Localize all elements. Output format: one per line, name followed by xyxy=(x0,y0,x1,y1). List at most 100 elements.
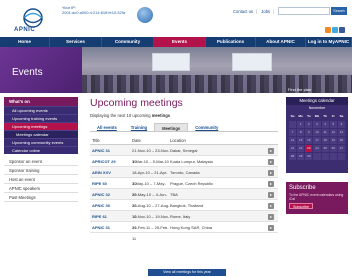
table-row[interactable]: RIPE 60 3-May-10 – 7-May-10 Prague, Czech … xyxy=(90,178,278,197)
calendar-day[interactable]: 20 xyxy=(337,137,345,144)
meeting-title[interactable]: APNIC 32 xyxy=(90,189,132,199)
sidebar-item-all-upcoming[interactable]: All upcoming events xyxy=(4,106,78,114)
calendar-day[interactable]: 12 xyxy=(329,129,337,136)
calendar-day[interactable]: 3 xyxy=(313,121,321,128)
calendar-day[interactable]: 23 xyxy=(305,145,313,152)
table-header: Title Date Location xyxy=(90,137,278,145)
meeting-title[interactable]: APNIC 31 xyxy=(90,145,132,155)
search-button[interactable]: Search xyxy=(331,7,347,15)
view-all-button[interactable]: View all meetings for this year xyxy=(148,269,226,276)
sidebar-item-meetings-calendar[interactable]: Meetings calendar xyxy=(4,130,78,138)
sidebar-item-calendar-online[interactable]: Calendar online xyxy=(4,146,78,154)
chevron-right-icon[interactable]: ▸ xyxy=(268,148,274,154)
chevron-right-icon[interactable]: ▸ xyxy=(268,170,274,176)
table-row[interactable]: APNIC 30 23-Aug-10 – 27-Aug-10 Bangkok, Th… xyxy=(90,200,278,219)
calendar-day[interactable]: 14 xyxy=(289,137,297,144)
meeting-title[interactable]: APNIC 31 xyxy=(90,222,132,232)
table-row[interactable]: APRICOT 29 3-Mar-10 – 5-Mar-10 Kuala Lumpu… xyxy=(90,156,278,167)
table-row[interactable]: APNIC 31 21-Feb-11 – 25-Feb-11 Hong Kong S… xyxy=(90,222,278,241)
calendar-day[interactable]: 21 xyxy=(289,145,297,152)
calendar-day[interactable]: 11 xyxy=(321,129,329,136)
meeting-title[interactable]: APNIC 30 xyxy=(90,200,132,210)
contact-us-link[interactable]: Contact us xyxy=(233,9,253,14)
meeting-title[interactable]: APRICOT 29 xyxy=(90,156,132,166)
calendar-day[interactable]: 8 xyxy=(297,129,305,136)
calendar-day[interactable]: 22 xyxy=(297,145,305,152)
sidebar-item-sponsor-training[interactable]: Sponsor training xyxy=(4,166,78,175)
apnic-logo-icon[interactable] xyxy=(20,7,46,29)
calendar-day[interactable]: 6 xyxy=(337,121,345,128)
chevron-right-icon[interactable]: ▸ xyxy=(268,159,274,165)
calendar-day[interactable]: 27 xyxy=(337,145,345,152)
chevron-right-icon[interactable]: ▸ xyxy=(268,192,274,198)
nav-events[interactable]: Events xyxy=(154,37,206,47)
sidebar-item-sponsor-event[interactable]: Sponsor an event xyxy=(4,157,78,166)
facebook-icon[interactable] xyxy=(339,27,345,33)
chevron-right-icon[interactable]: ▸ xyxy=(268,214,274,220)
subscribe-button[interactable]: Subscribe xyxy=(289,203,313,209)
nav-community[interactable]: Community xyxy=(102,37,154,47)
banner-caption[interactable]: Find the plan xyxy=(288,87,311,92)
chevron-right-icon[interactable]: ▸ xyxy=(268,225,274,231)
calendar-day[interactable]: 28 xyxy=(289,153,297,160)
tab-community[interactable]: Community xyxy=(188,123,225,131)
meetings-table: Title Date Location APNIC 31 21-Nov-10 – … xyxy=(90,137,278,241)
jobs-link[interactable]: Jobs xyxy=(261,9,270,14)
calendar-month: November xyxy=(308,106,326,110)
table-row[interactable]: ARIN XXV 18-Apr-10 – 21-Apr-10 Toronto, Ca… xyxy=(90,167,278,186)
meeting-title[interactable]: RIPE 60 xyxy=(90,178,132,188)
calendar-day[interactable]: 2 xyxy=(305,121,313,128)
calendar-day[interactable]: 4 xyxy=(321,121,329,128)
calendar-day[interactable]: 16 xyxy=(305,137,313,144)
table-row[interactable]: APNIC 31 21-Nov-10 – 23-Nov-10 Dakar, Sene… xyxy=(90,145,278,164)
calendar-day[interactable]: 5 xyxy=(329,121,337,128)
calendar-day[interactable]: 1 xyxy=(297,121,305,128)
rss-icon[interactable] xyxy=(325,27,331,33)
tab-training[interactable]: Training xyxy=(124,123,154,131)
table-row[interactable]: RIPE 61 15-Nov-10 – 19-Nov-10 Rome, Italy ▸ xyxy=(90,211,278,230)
chevron-right-icon[interactable]: ▸ xyxy=(268,203,274,209)
calendar-day[interactable]: 13 xyxy=(337,129,345,136)
tab-meetings[interactable]: Meetings xyxy=(154,123,189,131)
calendar-day xyxy=(329,153,337,160)
calendar-day[interactable]: 30 xyxy=(305,153,313,160)
sidebar-item-past-meetings[interactable]: Past Meetings xyxy=(4,193,78,202)
table-row[interactable]: APNIC 32 23-May-10 – 4-Jun-10 TBA ▸ xyxy=(90,189,278,208)
sidebar-item-community-events[interactable]: Upcoming community events xyxy=(4,138,78,146)
calendar-day[interactable]: 17 xyxy=(313,137,321,144)
sidebar-item-host-event[interactable]: Host an event xyxy=(4,175,78,184)
nav-myapnic[interactable]: Log in to MyAPNIC xyxy=(306,37,352,47)
events-banner: Events Find the plan xyxy=(0,47,352,93)
calendar-day[interactable]: 18 xyxy=(321,137,329,144)
event-tabs: All events Training Meetings Community xyxy=(90,123,278,132)
chevron-right-icon[interactable]: ▸ xyxy=(268,181,274,187)
nav-home[interactable]: Home xyxy=(0,37,50,47)
social-icons xyxy=(324,27,345,35)
calendar-day[interactable]: 19 xyxy=(329,137,337,144)
globe-icon xyxy=(137,7,153,23)
meeting-location: Dakar, Senegal xyxy=(170,148,198,153)
twitter-icon[interactable] xyxy=(332,27,338,33)
logo-text[interactable]: APNIC xyxy=(14,27,35,33)
calendar-weekday: Fr xyxy=(331,114,335,118)
calendar-day[interactable]: 29 xyxy=(297,153,305,160)
calendar-day[interactable]: 10 xyxy=(313,129,321,136)
sidebar-item-training[interactable]: Upcoming training events xyxy=(4,114,78,122)
calendar-day[interactable]: 25 xyxy=(321,145,329,152)
nav-about[interactable]: About APNIC xyxy=(256,37,306,47)
calendar-day[interactable]: 9 xyxy=(305,129,313,136)
calendar-day[interactable]: 26 xyxy=(329,145,337,152)
tab-all-events[interactable]: All events xyxy=(90,123,124,131)
nav-services[interactable]: Services xyxy=(50,37,102,47)
sidebar-head-whats-on[interactable]: What's on xyxy=(4,97,78,106)
calendar-day[interactable]: 7 xyxy=(289,129,297,136)
meeting-title[interactable]: ARIN XXV xyxy=(90,167,132,177)
sidebar-item-speakers[interactable]: APNIC speakers xyxy=(4,184,78,193)
nav-publications[interactable]: Publications xyxy=(206,37,256,47)
calendar-day[interactable]: 24 xyxy=(313,145,321,152)
sidebar-item-meetings[interactable]: Upcoming meetings xyxy=(4,122,78,130)
search-input[interactable] xyxy=(278,7,330,15)
sidebar: What's on All upcoming events Upcoming t… xyxy=(0,97,82,202)
calendar-day[interactable]: 15 xyxy=(297,137,305,144)
meeting-title[interactable]: RIPE 61 xyxy=(90,211,132,221)
